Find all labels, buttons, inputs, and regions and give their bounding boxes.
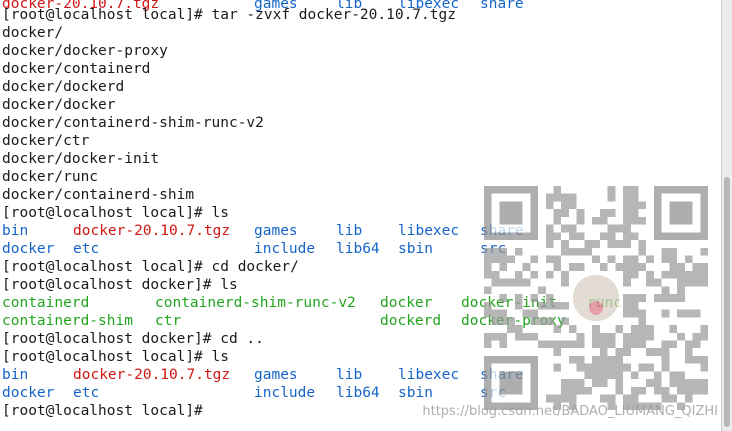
terminal-text: lib bbox=[336, 367, 363, 383]
qr-code-icon bbox=[484, 186, 708, 410]
terminal-text: docker/containerd-shim-runc-v2 bbox=[2, 115, 264, 131]
terminal-text: ctr bbox=[155, 313, 182, 329]
terminal-text: [root@localhost local]# bbox=[2, 403, 212, 419]
terminal-text: docker/docker-proxy bbox=[2, 43, 168, 59]
terminal-text: docker/runc bbox=[2, 169, 99, 185]
terminal-text: docker/ctr bbox=[2, 133, 90, 149]
terminal-text: lib64 bbox=[336, 241, 380, 257]
terminal-text: docker/dockerd bbox=[2, 79, 125, 95]
terminal-text: etc bbox=[73, 385, 100, 401]
terminal-text: libexec bbox=[398, 223, 460, 239]
terminal-text: docker bbox=[380, 295, 433, 311]
terminal-text: [root@localhost local]# cd docker/ bbox=[2, 259, 299, 275]
terminal-text: docker/ bbox=[2, 25, 64, 41]
terminal-text: dockerd bbox=[380, 313, 442, 329]
terminal-text: bin bbox=[2, 367, 29, 383]
terminal-text: containerd-shim-runc-v2 bbox=[155, 295, 356, 311]
scrollbar-thumb[interactable] bbox=[724, 177, 730, 427]
terminal-text: lib64 bbox=[336, 385, 380, 401]
terminal-text: docker/docker bbox=[2, 97, 116, 113]
terminal-text: docker/containerd-shim bbox=[2, 187, 195, 203]
terminal-text: [root@localhost docker]# cd .. bbox=[2, 331, 264, 347]
terminal-text: games bbox=[254, 223, 298, 239]
terminal-text: include bbox=[254, 241, 316, 257]
terminal-text: docker-20.10.7.tgz bbox=[73, 367, 231, 383]
terminal-text: lib bbox=[336, 223, 363, 239]
terminal-text: docker/containerd bbox=[2, 61, 151, 77]
terminal-text: docker/docker-init bbox=[2, 151, 160, 167]
watermark: https://blog.csdn.net/BADAO_LIUMANG_QIZH… bbox=[422, 404, 718, 419]
terminal-text: share bbox=[480, 0, 524, 12]
terminal-text: docker bbox=[2, 241, 55, 257]
terminal-text: etc bbox=[73, 241, 100, 257]
terminal-text: [root@localhost local]# ls bbox=[2, 205, 229, 221]
terminal-text: sbin bbox=[398, 241, 433, 257]
terminal-text: [root@localhost docker]# ls bbox=[2, 277, 238, 293]
terminal-text: docker-20.10.7.tgz bbox=[73, 223, 231, 239]
terminal-text: containerd-shim bbox=[2, 313, 133, 329]
terminal-text: sbin bbox=[398, 385, 433, 401]
terminal-text: [root@localhost local]# ls bbox=[2, 349, 229, 365]
terminal-text: containerd bbox=[2, 295, 90, 311]
terminal-text: include bbox=[254, 385, 316, 401]
terminal-text: docker bbox=[2, 385, 55, 401]
terminal-text: libexec bbox=[398, 367, 460, 383]
terminal-text: games bbox=[254, 367, 298, 383]
terminal-text: [root@localhost local]# tar -zvxf docker… bbox=[2, 7, 456, 23]
scrollbar[interactable] bbox=[721, 0, 732, 431]
terminal-text: bin bbox=[2, 223, 29, 239]
